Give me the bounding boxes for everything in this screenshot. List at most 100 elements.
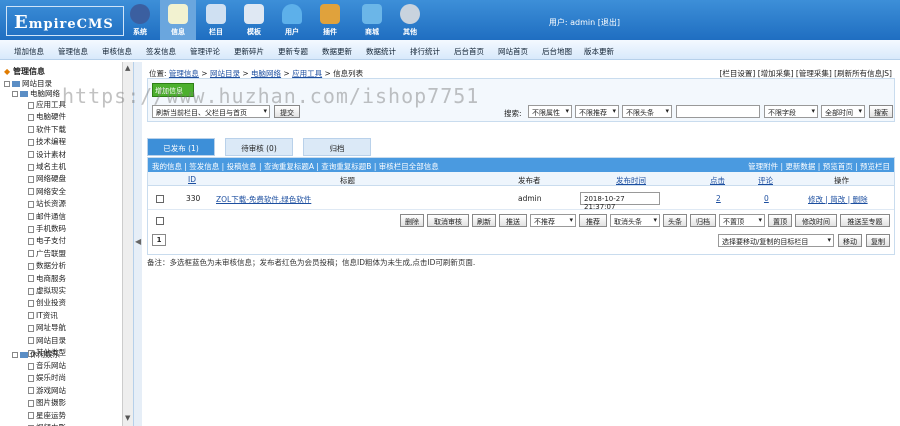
list-subnav-left[interactable]: 我的信息 | 签发信息 | 投稿信息 | 查询重复标题A | 查询重复标题B |…	[152, 162, 439, 171]
tab-published[interactable]: 已发布 (1)	[147, 138, 215, 156]
unaudit-button[interactable]: 取消审核	[427, 214, 469, 227]
list-subnav-right[interactable]: 管理附件 | 更新数据 | 预览首页 | 预览栏目	[748, 161, 890, 172]
tree-item[interactable]: 网络硬盘	[28, 173, 66, 184]
topnav-template[interactable]: 模板	[236, 0, 272, 40]
subnav-item[interactable]: 审核信息	[102, 46, 132, 57]
col-comments[interactable]: 评论	[758, 175, 773, 186]
tree-item[interactable]: 视频电影	[28, 422, 66, 426]
tab-archive[interactable]: 归档	[303, 138, 371, 156]
refresh-button[interactable]: 刷新	[472, 214, 496, 227]
user-info[interactable]: 用户: admin [退出]	[549, 17, 620, 28]
topnav-other[interactable]: 其他	[392, 0, 428, 40]
row-checkbox[interactable]	[156, 195, 164, 203]
search-button[interactable]: 搜索	[869, 105, 893, 118]
headline-filter[interactable]: 不限头条	[622, 105, 672, 118]
topnav-system[interactable]: 系统	[122, 0, 158, 40]
recommend-select[interactable]: 不推荐	[530, 214, 576, 227]
tree-item[interactable]: 软件下载	[28, 124, 66, 135]
tree-item[interactable]: IT资讯	[28, 310, 58, 321]
tree-item[interactable]: 电商服务	[28, 273, 66, 284]
modify-time-button[interactable]: 修改时间	[795, 214, 837, 227]
subnav-item[interactable]: 版本更新	[584, 46, 614, 57]
subnav-item[interactable]: 更新碎片	[234, 46, 264, 57]
subnav-item[interactable]: 更新专题	[278, 46, 308, 57]
col-time[interactable]: 发布时间	[616, 175, 646, 186]
push-topic-button[interactable]: 推送至专题	[840, 214, 890, 227]
headline-button[interactable]: 头条	[663, 214, 687, 227]
tree-item[interactable]: 创业投资	[28, 297, 66, 308]
topnav-column[interactable]: 栏目	[198, 0, 234, 40]
publish-time-input[interactable]: 2018-10-27 21:37:07	[580, 192, 660, 211]
row-comments[interactable]: 0	[764, 194, 769, 203]
breadcrumb-item[interactable]: 网站目录	[210, 69, 240, 78]
subnav-item[interactable]: 管理评论	[190, 46, 220, 57]
time-select[interactable]: 全部时间	[821, 105, 865, 118]
attribute-filter[interactable]: 不限属性	[528, 105, 572, 118]
collapse-icon[interactable]	[12, 352, 18, 358]
tree-item[interactable]: 游戏网站	[28, 385, 66, 396]
tree-item[interactable]: 娱乐时尚	[28, 372, 66, 383]
delete-button[interactable]: 删除	[400, 214, 424, 227]
tree-item[interactable]: 虚拟现实	[28, 285, 66, 296]
recommend-filter[interactable]: 不限推荐	[575, 105, 619, 118]
top-select[interactable]: 不置顶	[719, 214, 765, 227]
topnav-plugin[interactable]: 插件	[312, 0, 348, 40]
collapse-arrow-icon[interactable]: ◀	[135, 237, 141, 246]
breadcrumb-item[interactable]: 管理信息	[169, 69, 199, 78]
tree-item[interactable]: 邮件通信	[28, 211, 66, 222]
target-column-select[interactable]: 选择要移动/复制的目标栏目	[718, 234, 834, 247]
tab-pending[interactable]: 待审核 (0)	[225, 138, 293, 156]
col-clicks[interactable]: 点击	[710, 175, 725, 186]
breadcrumb-item[interactable]: 电脑网络	[251, 69, 281, 78]
tree-item[interactable]: 技术编程	[28, 136, 66, 147]
tree-item[interactable]: 广告联盟	[28, 248, 66, 259]
move-button[interactable]: 移动	[838, 234, 862, 247]
subnav-item[interactable]: 后台首页	[454, 46, 484, 57]
select-all-checkbox[interactable]	[156, 217, 164, 225]
topnav-user[interactable]: 用户	[274, 0, 310, 40]
row-ops[interactable]: 修改 | 简改 | 删除	[808, 194, 868, 205]
sidebar-scrollbar[interactable]: ▲ ▼	[122, 62, 133, 426]
breadcrumb-item[interactable]: 应用工具	[292, 69, 322, 78]
row-title[interactable]: ZOL下载-免费软件,绿色软件	[216, 194, 311, 205]
tree-item[interactable]: 网络安全	[28, 186, 66, 197]
tree-item[interactable]: 手机数码	[28, 223, 66, 234]
tree-item[interactable]: 数据分析	[28, 260, 66, 271]
top-button[interactable]: 置顶	[768, 214, 792, 227]
subnav-item[interactable]: 签发信息	[146, 46, 176, 57]
tree-item[interactable]: 设计素材	[28, 149, 66, 160]
tree-item[interactable]: 域名主机	[28, 161, 66, 172]
tree-item[interactable]: 电子支付	[28, 235, 66, 246]
tree-item[interactable]: 星座运势	[28, 410, 66, 421]
field-select[interactable]: 不限字段	[764, 105, 818, 118]
subnav-item[interactable]: 数据更新	[322, 46, 352, 57]
archive-button[interactable]: 归档	[690, 214, 716, 227]
subnav-item[interactable]: 数据统计	[366, 46, 396, 57]
collapse-icon[interactable]	[4, 81, 10, 87]
tree-item[interactable]: 图片摄影	[28, 397, 66, 408]
subnav-item[interactable]: 增加信息	[14, 46, 44, 57]
subnav-item[interactable]: 排行统计	[410, 46, 440, 57]
row-id[interactable]: 330	[186, 194, 200, 203]
search-input[interactable]	[676, 105, 760, 118]
tree-item[interactable]: 音乐网站	[28, 360, 66, 371]
row-clicks[interactable]: 2	[716, 194, 721, 203]
col-id[interactable]: ID	[188, 175, 196, 184]
tree-item[interactable]: 网站目录	[28, 335, 66, 346]
push-button[interactable]: 推送	[499, 214, 527, 227]
tree-item[interactable]: 网址导航	[28, 322, 66, 333]
subnav-item[interactable]: 后台地图	[542, 46, 572, 57]
sidebar-splitter[interactable]: ◀	[134, 62, 142, 426]
headline-select[interactable]: 取消头条	[610, 214, 660, 227]
recommend-button[interactable]: 推荐	[579, 214, 607, 227]
scroll-down-icon[interactable]: ▼	[125, 414, 130, 422]
subnav-item[interactable]: 管理信息	[58, 46, 88, 57]
topnav-shop[interactable]: 商城	[354, 0, 390, 40]
copy-button[interactable]: 复制	[866, 234, 890, 247]
topnav-info[interactable]: 信息	[160, 0, 196, 40]
tree-item[interactable]: 电脑硬件	[28, 111, 66, 122]
page-number[interactable]: 1	[152, 234, 166, 246]
tree-item[interactable]: 应用工具	[28, 99, 66, 110]
tree-group[interactable]: 电脑网络	[12, 88, 60, 99]
subnav-item[interactable]: 网站首页	[498, 46, 528, 57]
